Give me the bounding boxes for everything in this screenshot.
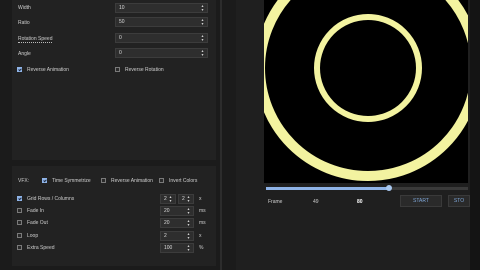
- extra-speed-value: 100: [164, 245, 173, 251]
- reverse-animation-checkbox[interactable]: [17, 67, 22, 72]
- spin-arrows-icon[interactable]: ▴ ▾: [186, 219, 191, 227]
- fade-in-value: 20: [164, 208, 170, 214]
- spin-arrows-icon[interactable]: ▴ ▾: [200, 4, 205, 12]
- fade-in-label: Fade In: [27, 208, 44, 214]
- spin-arrows-icon[interactable]: ▴ ▾: [200, 49, 205, 57]
- extra-speed-checkbox[interactable]: [17, 245, 22, 250]
- reverse-animation-label: Reverse Animation: [27, 67, 69, 73]
- vfx-reverse-animation-checkbox[interactable]: [101, 178, 106, 183]
- ratio-label: Ratio: [18, 20, 30, 26]
- total-frames: 80: [357, 199, 363, 205]
- angle-label: Angle: [18, 51, 31, 57]
- invert-colors-label: Invert Colors: [169, 178, 198, 184]
- loop-spinbox[interactable]: 2 ▴ ▾: [160, 231, 194, 241]
- ratio-value: 50: [119, 19, 125, 25]
- timeline-fill: [266, 187, 390, 190]
- angle-value: 0: [119, 50, 122, 56]
- rotation-speed-label: Rotation Speed: [18, 36, 53, 43]
- reverse-rotation-label: Reverse Rotation: [125, 67, 164, 73]
- fade-in-unit: ms: [199, 208, 206, 214]
- grid-cols-spinbox[interactable]: 2 ▴ ▾: [178, 194, 194, 204]
- spin-arrows-icon[interactable]: ▴ ▾: [186, 244, 191, 252]
- spin-arrows-icon[interactable]: ▴ ▾: [186, 195, 191, 203]
- time-symmetrize-checkbox[interactable]: [42, 178, 47, 183]
- spin-arrows-icon[interactable]: ▴ ▾: [200, 18, 205, 26]
- width-value: 10: [119, 5, 125, 11]
- grid-cols-value: 2: [182, 196, 185, 202]
- start-button[interactable]: START: [400, 195, 442, 207]
- rotation-speed-spinbox[interactable]: 0 ▴ ▾: [115, 33, 208, 43]
- grid-checkbox[interactable]: [17, 196, 22, 201]
- grid-unit: x: [199, 196, 202, 202]
- loop-value: 2: [164, 233, 167, 239]
- timeline-slider[interactable]: [266, 185, 468, 191]
- fade-out-label: Fade Out: [27, 220, 48, 226]
- fade-out-value: 20: [164, 220, 170, 226]
- extra-speed-spinbox[interactable]: 100 ▴ ▾: [160, 243, 194, 253]
- spin-arrows-icon[interactable]: ▴ ▾: [186, 207, 191, 215]
- inner-ring: [314, 14, 422, 122]
- loop-unit: x: [199, 233, 202, 239]
- preview-canvas: [264, 0, 468, 183]
- width-label: Width: [18, 5, 31, 11]
- stop-button[interactable]: STO: [448, 195, 470, 207]
- outer-ring: [264, 0, 468, 181]
- rotation-speed-value: 0: [119, 35, 122, 41]
- extra-speed-unit: %: [199, 245, 204, 251]
- grid-rows-spinbox[interactable]: 2 ▴ ▾: [160, 194, 176, 204]
- fade-out-checkbox[interactable]: [17, 220, 22, 225]
- fade-in-checkbox[interactable]: [17, 208, 22, 213]
- grid-rows-value: 2: [164, 196, 167, 202]
- fade-in-spinbox[interactable]: 20 ▴ ▾: [160, 206, 194, 216]
- loop-label: Loop: [27, 233, 39, 239]
- reverse-rotation-checkbox[interactable]: [115, 67, 120, 72]
- ring-graphic: [264, 0, 468, 181]
- panel-splitter[interactable]: [220, 0, 222, 270]
- angle-spinbox[interactable]: 0 ▴ ▾: [115, 48, 208, 58]
- spin-arrows-icon[interactable]: ▴ ▾: [168, 195, 173, 203]
- extra-speed-label: Extra Speed: [27, 245, 55, 251]
- frame-label: Frame: [268, 199, 283, 205]
- fade-out-unit: ms: [199, 220, 206, 226]
- grid-label: Grid Rows / Columns: [27, 196, 75, 202]
- ratio-spinbox[interactable]: 50 ▴ ▾: [115, 17, 208, 27]
- invert-colors-checkbox[interactable]: [159, 178, 164, 183]
- loop-checkbox[interactable]: [17, 233, 22, 238]
- vfx-label: VFX:: [18, 178, 30, 184]
- current-frame: 49: [313, 199, 319, 205]
- time-symmetrize-label: Time Symmetrize: [52, 178, 91, 184]
- spin-arrows-icon[interactable]: ▴ ▾: [200, 34, 205, 42]
- vfx-reverse-animation-label: Reverse Animation: [111, 178, 153, 184]
- spin-arrows-icon[interactable]: ▴ ▾: [186, 232, 191, 240]
- width-spinbox[interactable]: 10 ▴ ▾: [115, 3, 208, 13]
- right-edge-scrollbar[interactable]: [470, 0, 480, 270]
- fade-out-spinbox[interactable]: 20 ▴ ▾: [160, 218, 194, 228]
